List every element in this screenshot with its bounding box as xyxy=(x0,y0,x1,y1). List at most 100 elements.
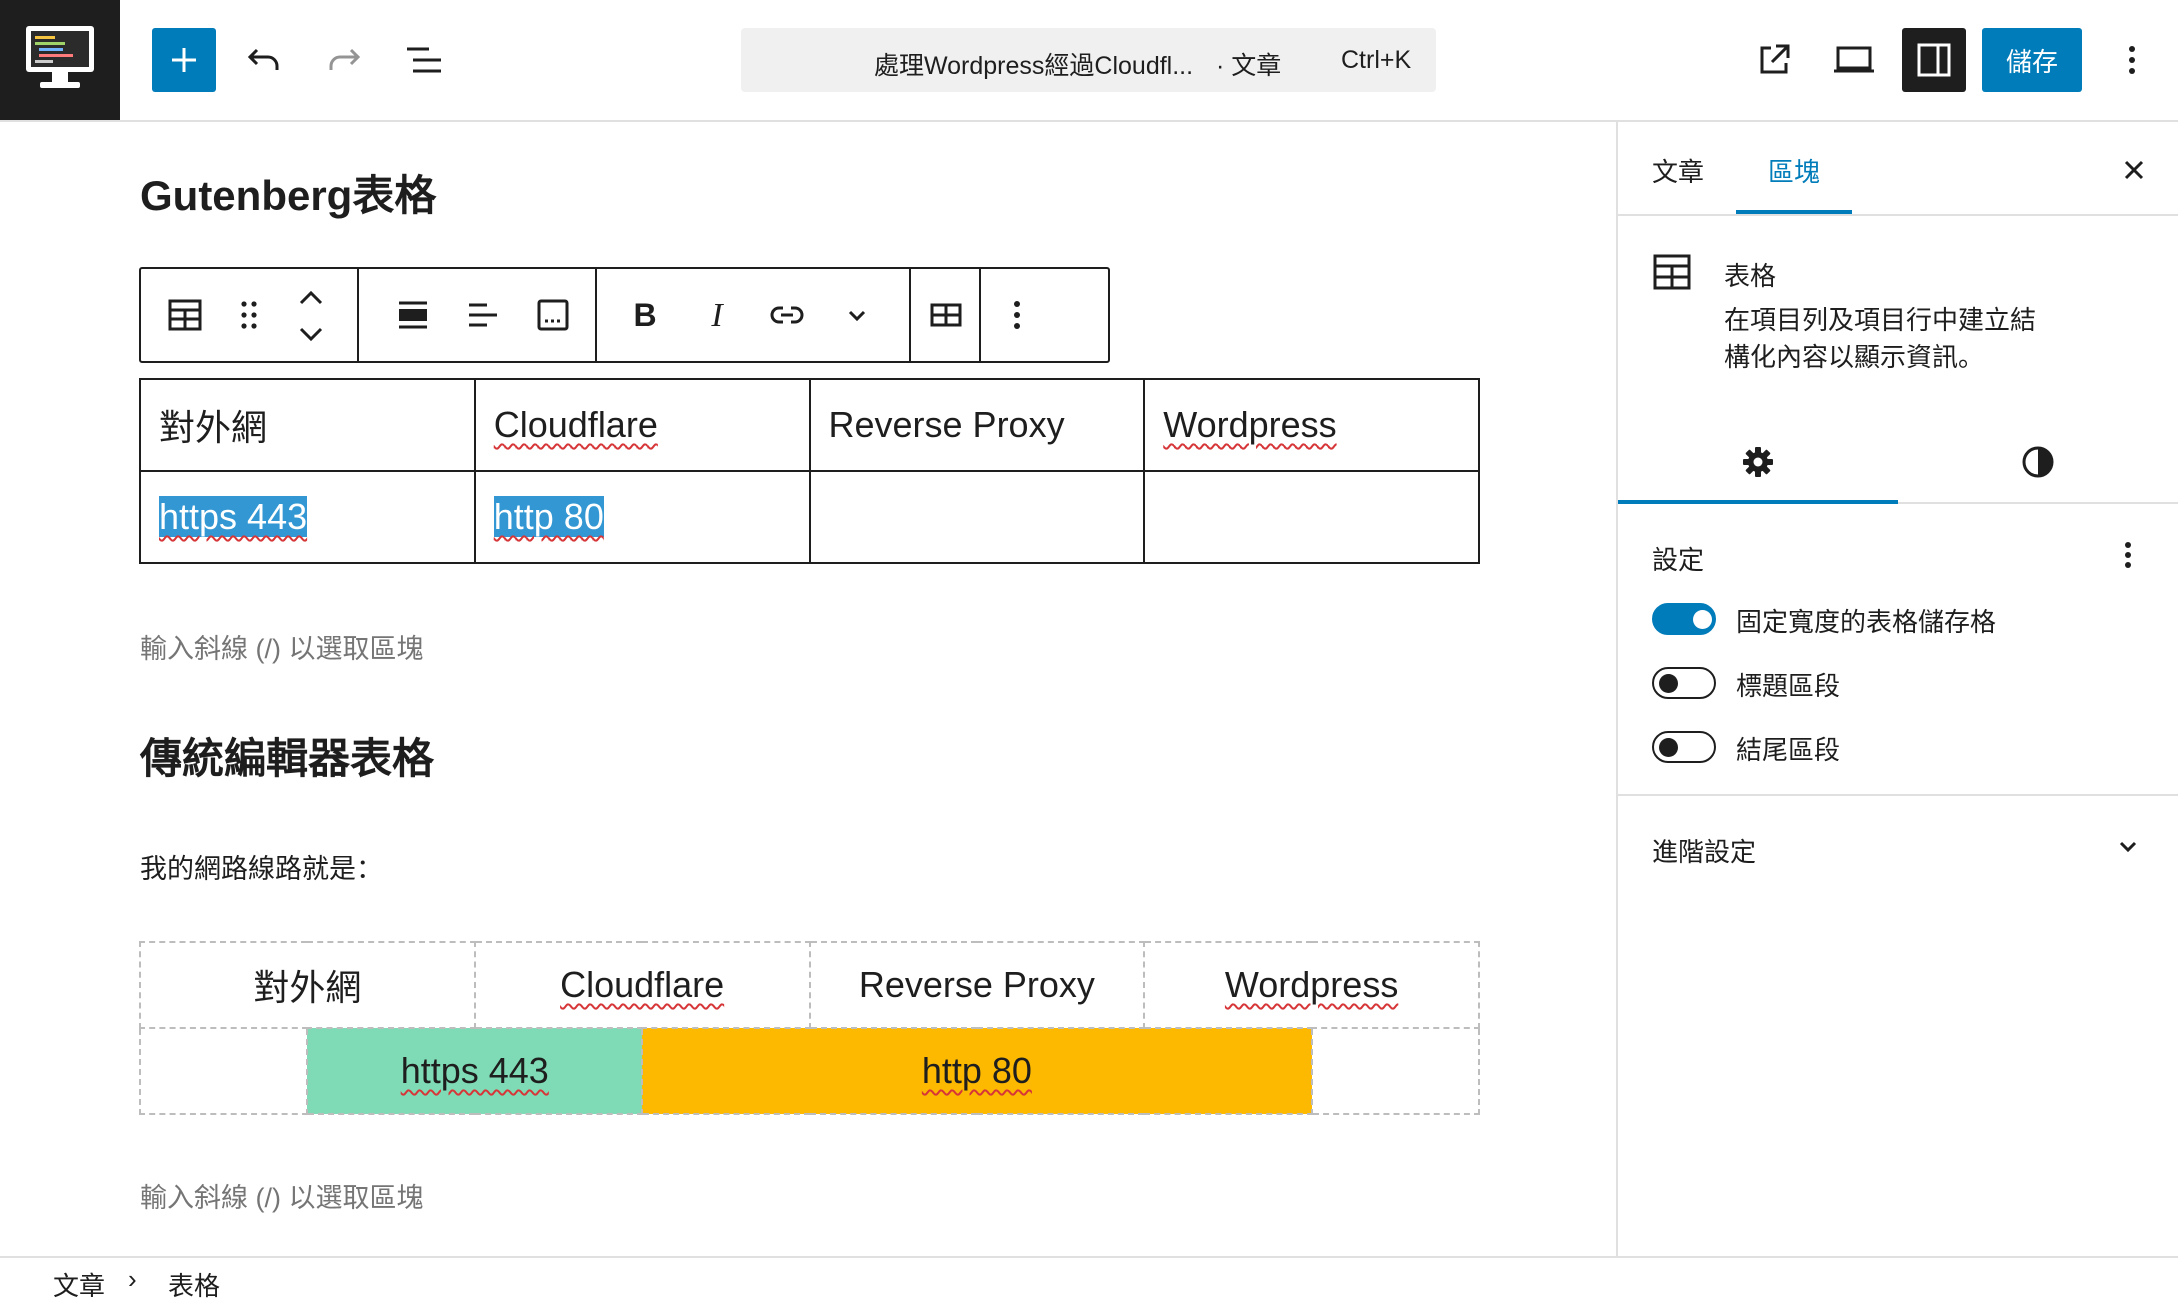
settings-sidebar: 文章 區塊 表格 在項目列及項目行中建立結構化內容以顯示資訊。 設定 固定寬度的… xyxy=(1616,122,2178,1256)
table-cell[interactable]: 對外網 xyxy=(139,378,476,472)
active-subtab-indicator xyxy=(1618,500,1898,504)
post-type-label: · 文章 xyxy=(1216,52,1282,80)
shortcut-hint: Ctrl+K xyxy=(1341,46,1412,74)
block-appender-placeholder[interactable]: 輸入斜線 (/) 以選取區塊 xyxy=(140,627,424,666)
tab-styles[interactable] xyxy=(1898,422,2178,502)
command-palette-bar[interactable]: 處理Wordpress經過Cloudfl... · 文章 Ctrl+K xyxy=(741,28,1436,92)
table-cell[interactable]: https 443 xyxy=(139,470,476,564)
cell-text: https 443 xyxy=(400,1050,549,1091)
edit-table-icon[interactable] xyxy=(922,291,970,339)
tab-block[interactable]: 區塊 xyxy=(1768,152,1820,189)
settings-panel-options-button[interactable] xyxy=(2108,535,2148,575)
post-title-label: 處理Wordpress經過Cloudfl... xyxy=(874,52,1194,80)
more-vertical-icon xyxy=(2129,46,2135,74)
desktop-icon xyxy=(1834,46,1874,73)
redo-button[interactable] xyxy=(312,28,376,92)
link-icon[interactable] xyxy=(763,291,811,339)
cell-text: Cloudflare xyxy=(493,404,658,445)
selected-cell-text: http 80 xyxy=(493,496,604,537)
cell-text: Reverse Proxy xyxy=(828,404,1065,445)
table-cell[interactable]: Cloudflare xyxy=(473,941,811,1029)
block-toolbar-group-align xyxy=(359,269,597,361)
table-cell[interactable]: 對外網 xyxy=(139,941,476,1029)
options-menu-button[interactable] xyxy=(2100,28,2164,92)
toggle-switch[interactable] xyxy=(1652,603,1716,635)
svg-text:I: I xyxy=(710,297,724,334)
block-options-icon[interactable] xyxy=(993,291,1041,339)
toggle-switch[interactable] xyxy=(1652,731,1716,763)
undo-button[interactable] xyxy=(232,28,296,92)
undo-icon xyxy=(247,48,279,70)
tab-post[interactable]: 文章 xyxy=(1652,152,1704,189)
table-cell[interactable]: Wordpress xyxy=(1143,378,1480,472)
table-cell-empty[interactable] xyxy=(138,1027,309,1115)
table-row: 對外網 Cloudflare Reverse Proxy Wordpress xyxy=(139,378,1480,472)
table-cell[interactable]: Wordpress xyxy=(1143,941,1480,1029)
table-cell[interactable]: Cloudflare xyxy=(473,378,811,472)
block-inspector-tabs xyxy=(1618,422,2178,504)
sidebar-icon xyxy=(1917,43,1951,77)
block-card-title: 表格 xyxy=(1724,261,1777,291)
close-icon xyxy=(2124,160,2144,180)
toggle-switch[interactable] xyxy=(1652,667,1716,699)
table-cell[interactable]: Reverse Proxy xyxy=(808,941,1146,1029)
sidebar-tabs: 文章 區塊 xyxy=(1618,122,2178,216)
chevron-down-icon[interactable] xyxy=(833,291,881,339)
gutenberg-table[interactable]: 對外網 Cloudflare Reverse Proxy Wordpress h… xyxy=(139,378,1480,564)
table-cell[interactable] xyxy=(1143,470,1480,564)
contrast-icon xyxy=(2022,446,2054,478)
toggle-label: 固定寬度的表格儲存格 xyxy=(1736,607,1997,637)
table-row: 對外網 Cloudflare Reverse Proxy Wordpress xyxy=(139,941,1480,1029)
cell-text: Wordpress xyxy=(1224,964,1399,1005)
svg-text:B: B xyxy=(633,297,656,333)
cell-text: Reverse Proxy xyxy=(858,964,1095,1005)
save-button[interactable]: 儲存 xyxy=(1982,28,2082,92)
paragraph-block[interactable]: 我的網路線路就是： xyxy=(140,847,383,886)
site-logo-icon[interactable] xyxy=(0,0,120,120)
close-sidebar-button[interactable] xyxy=(2114,150,2154,190)
cell-text: 對外網 xyxy=(253,967,362,1008)
gear-icon xyxy=(1743,447,1773,477)
caption-icon[interactable] xyxy=(529,291,577,339)
table-block-icon[interactable] xyxy=(161,291,209,339)
table-cell-empty[interactable] xyxy=(1310,1027,1481,1115)
block-toolbar-group-table xyxy=(911,269,981,361)
italic-icon[interactable]: I xyxy=(693,291,741,339)
preview-device-button[interactable] xyxy=(1822,28,1886,92)
settings-sidebar-toggle[interactable] xyxy=(1902,28,1966,92)
drag-handle-icon[interactable] xyxy=(225,291,273,339)
breadcrumb-item[interactable]: 文章 xyxy=(53,1266,105,1303)
align-wide-icon[interactable] xyxy=(389,291,437,339)
list-view-icon xyxy=(407,47,441,73)
advanced-panel-toggle[interactable] xyxy=(2108,827,2148,867)
add-block-button[interactable] xyxy=(152,28,216,92)
advanced-panel-title[interactable]: 進階設定 xyxy=(1652,832,1756,869)
text-align-left-icon[interactable] xyxy=(459,291,507,339)
move-up-icon[interactable] xyxy=(287,281,335,315)
view-post-button[interactable] xyxy=(1742,28,1806,92)
cell-text: Wordpress xyxy=(1163,404,1337,445)
heading-block-classic[interactable]: 傳統編輯器表格 xyxy=(140,725,434,786)
move-down-icon[interactable] xyxy=(287,317,335,351)
block-appender-placeholder[interactable]: 輸入斜線 (/) 以選取區塊 xyxy=(140,1176,424,1215)
settings-panel-title[interactable]: 設定 xyxy=(1652,540,1704,577)
tab-settings[interactable] xyxy=(1618,422,1898,502)
table-cell-https[interactable]: https 443 xyxy=(306,1027,644,1115)
redo-icon xyxy=(329,48,361,70)
table-cell[interactable]: Reverse Proxy xyxy=(808,378,1146,472)
bold-icon[interactable]: B xyxy=(621,291,669,339)
table-cell[interactable] xyxy=(808,470,1146,564)
table-cell-http[interactable]: http 80 xyxy=(641,1027,1313,1115)
block-toolbar: B I xyxy=(139,267,1110,363)
table-row: https 443 http 80 xyxy=(139,470,1480,564)
breadcrumb-item[interactable]: 表格 xyxy=(168,1266,220,1303)
heading-block-gutenberg[interactable]: Gutenberg表格 xyxy=(140,162,436,223)
document-overview-button[interactable] xyxy=(392,28,456,92)
table-cell[interactable]: http 80 xyxy=(473,470,811,564)
cell-text: http 80 xyxy=(921,1050,1032,1091)
classic-table[interactable]: 對外網 Cloudflare Reverse Proxy Wordpress h… xyxy=(138,941,1481,1115)
toggle-label: 結尾區段 xyxy=(1736,735,1841,765)
cell-text: Cloudflare xyxy=(560,964,725,1005)
editor-canvas: Gutenberg表格 B I 對外網 Cloudflare Reverse P… xyxy=(0,122,1616,1256)
more-vertical-icon xyxy=(2125,542,2131,568)
